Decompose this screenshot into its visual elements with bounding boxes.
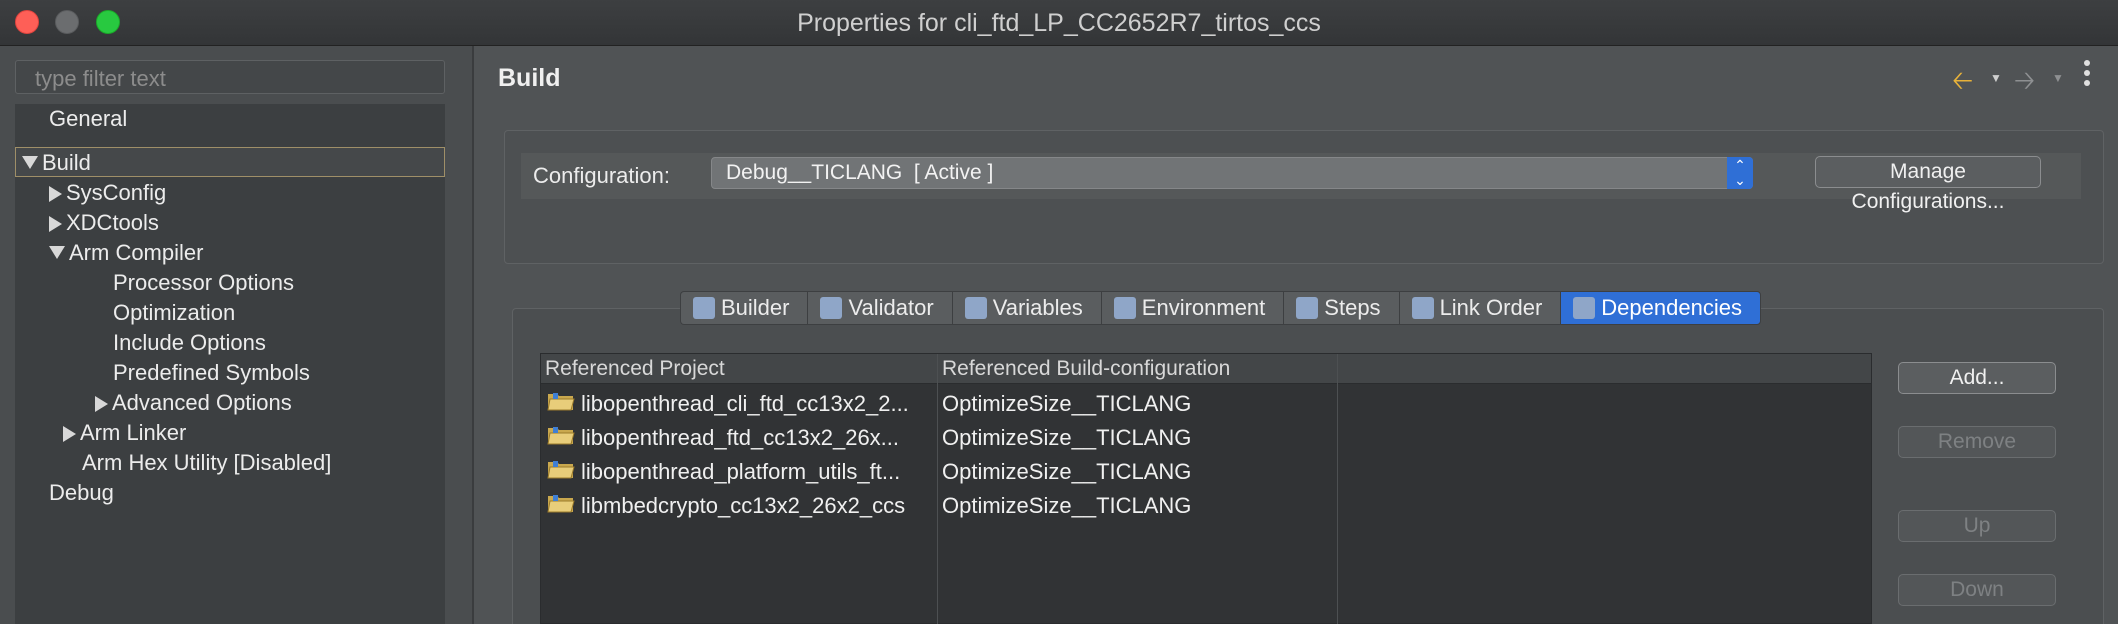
collapse-arrow-icon[interactable]	[49, 216, 62, 232]
project-name: libopenthread_platform_utils_ft...	[581, 459, 901, 484]
add-button[interactable]: Add...	[1898, 362, 2056, 394]
tree-item-advanced-options[interactable]: Advanced Options	[95, 388, 292, 418]
environment-icon	[1113, 297, 1136, 319]
configuration-row: Configuration: Debug__TICLANG [ Active ]…	[521, 153, 2081, 213]
tab-link-order[interactable]: Link Order	[1398, 291, 1561, 325]
right-pane: Build 🡠 ▼ 🡢 ▼ Configuration: Debug__TICL…	[474, 46, 2118, 624]
left-pane: type filter text General Build SysConfig…	[0, 46, 472, 624]
title-bar: Properties for cli_ftd_LP_CC2652R7_tirto…	[0, 0, 2118, 46]
tab-bar: Builder Validator Variables Environment …	[680, 291, 1761, 325]
steps-icon	[1296, 297, 1319, 319]
tree-item-sysconfig[interactable]: SysConfig	[49, 178, 166, 208]
column-header-referenced-project[interactable]: Referenced Project	[545, 357, 725, 381]
manage-configurations-button[interactable]: Manage Configurations...	[1815, 156, 2041, 213]
table-row[interactable]: libmbedcrypto_cc13x2_26x2_ccs OptimizeSi…	[541, 488, 1871, 522]
builder-icon	[693, 297, 715, 319]
expand-arrow-icon[interactable]	[22, 156, 38, 169]
select-arrows-icon[interactable]: ⌃ ⌄	[1727, 157, 1753, 189]
table-row[interactable]: libopenthread_cli_ftd_cc13x2_2... Optimi…	[541, 386, 1871, 420]
dependencies-icon	[1573, 297, 1596, 319]
folder-icon	[547, 427, 575, 445]
tab-builder[interactable]: Builder	[680, 291, 808, 325]
build-configuration: OptimizeSize__TICLANG	[942, 391, 1192, 416]
chevron-down-icon[interactable]: ▼	[2052, 71, 2064, 85]
tree-item-optimization[interactable]: Optimization	[113, 298, 235, 328]
table-header: Referenced Project Referenced Build-conf…	[541, 354, 1871, 384]
project-name: libopenthread_ftd_cc13x2_26x...	[581, 425, 900, 450]
tab-variables[interactable]: Variables	[951, 291, 1101, 325]
configuration-label: Configuration:	[533, 163, 670, 188]
tree-item-xdctools[interactable]: XDCtools	[49, 208, 159, 238]
column-header-build-configuration[interactable]: Referenced Build-configuration	[942, 357, 1230, 381]
remove-button[interactable]: Remove	[1898, 426, 2056, 458]
tree-item-predefined-symbols[interactable]: Predefined Symbols	[113, 358, 310, 388]
build-configuration: OptimizeSize__TICLANG	[942, 493, 1192, 518]
table-row[interactable]: libopenthread_ftd_cc13x2_26x... Optimize…	[541, 420, 1871, 454]
project-name: libmbedcrypto_cc13x2_26x2_ccs	[581, 493, 906, 518]
tab-steps[interactable]: Steps	[1283, 291, 1399, 325]
tab-validator[interactable]: Validator	[807, 291, 952, 325]
tree-item-processor-options[interactable]: Processor Options	[113, 268, 294, 298]
arrow-left-icon[interactable]: 🡠	[1952, 62, 1973, 106]
tree-item-arm-linker[interactable]: Arm Linker	[63, 418, 186, 448]
configuration-select[interactable]: Debug__TICLANG [ Active ] ⌃ ⌄	[711, 157, 1753, 189]
table-row[interactable]: libopenthread_platform_utils_ft... Optim…	[541, 454, 1871, 488]
build-configuration: OptimizeSize__TICLANG	[942, 459, 1192, 484]
filter-input[interactable]: type filter text	[15, 60, 445, 94]
view-menu-icon[interactable]	[2084, 60, 2090, 90]
tree-item-arm-compiler[interactable]: Arm Compiler	[49, 238, 203, 268]
arrow-right-icon[interactable]: 🡢	[2014, 62, 2035, 106]
property-tree: General Build SysConfig XDCtools Arm Com…	[15, 104, 445, 624]
expand-arrow-icon[interactable]	[49, 246, 65, 259]
folder-icon	[547, 393, 575, 411]
page-title: Build	[498, 64, 561, 92]
up-button[interactable]: Up	[1898, 510, 2056, 542]
configuration-group: Configuration: Debug__TICLANG [ Active ]…	[504, 130, 2104, 264]
tab-environment[interactable]: Environment	[1100, 291, 1284, 325]
collapse-arrow-icon[interactable]	[63, 426, 76, 442]
tree-item-general[interactable]: General	[49, 104, 127, 134]
down-button[interactable]: Down	[1898, 574, 2056, 606]
variables-icon	[964, 297, 987, 319]
validator-icon	[820, 297, 843, 319]
folder-icon	[547, 461, 575, 479]
tab-dependencies[interactable]: Dependencies	[1560, 291, 1761, 325]
tree-item-include-options[interactable]: Include Options	[113, 328, 266, 358]
tree-item-arm-hex-utility[interactable]: Arm Hex Utility [Disabled]	[82, 448, 331, 478]
window-title: Properties for cli_ftd_LP_CC2652R7_tirto…	[797, 9, 1321, 37]
tree-item-debug[interactable]: Debug	[49, 478, 114, 508]
chevron-down-icon[interactable]: ▼	[1990, 71, 2002, 85]
collapse-arrow-icon[interactable]	[49, 186, 62, 202]
folder-icon	[547, 495, 575, 513]
referenced-projects-table: Referenced Project Referenced Build-conf…	[540, 353, 1872, 624]
configuration-value: Debug__TICLANG [ Active ]	[726, 161, 994, 184]
tree-item-build[interactable]: Build	[15, 147, 445, 177]
project-name: libopenthread_cli_ftd_cc13x2_2...	[581, 391, 909, 416]
build-configuration: OptimizeSize__TICLANG	[942, 425, 1192, 450]
link-order-icon	[1411, 297, 1434, 319]
collapse-arrow-icon[interactable]	[95, 396, 108, 412]
